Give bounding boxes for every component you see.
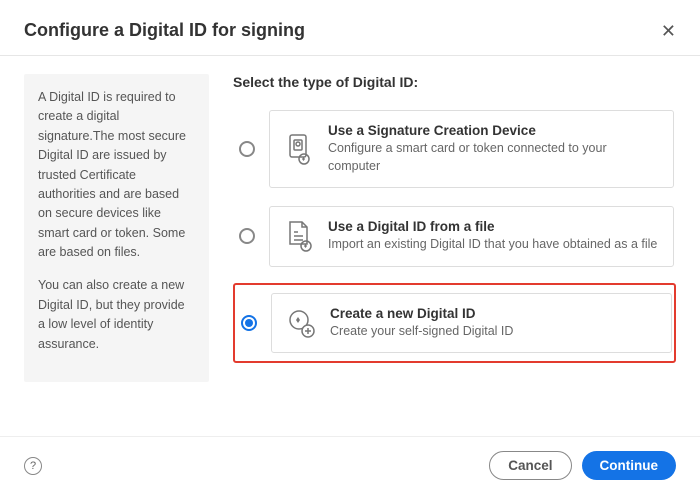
option-title: Use a Signature Creation Device: [328, 123, 659, 138]
option-text: Use a Signature Creation Device Configur…: [328, 123, 659, 175]
divider: [0, 55, 700, 56]
help-icon[interactable]: ?: [24, 457, 42, 475]
radio-from-file[interactable]: [239, 228, 255, 244]
option-card-signature-device[interactable]: Use a Signature Creation Device Configur…: [269, 110, 674, 188]
option-title: Create a new Digital ID: [330, 306, 657, 321]
radio-create-new[interactable]: [241, 315, 257, 331]
option-desc: Import an existing Digital ID that you h…: [328, 236, 659, 254]
main-title: Select the type of Digital ID:: [233, 74, 676, 90]
option-card-create-new[interactable]: Create a new Digital ID Create your self…: [271, 293, 672, 354]
option-create-new[interactable]: Create a new Digital ID Create your self…: [233, 283, 676, 364]
option-title: Use a Digital ID from a file: [328, 219, 659, 234]
info-text-1: A Digital ID is required to create a dig…: [38, 88, 195, 262]
cancel-button[interactable]: Cancel: [489, 451, 571, 480]
info-sidebar: A Digital ID is required to create a dig…: [24, 74, 209, 382]
info-text-2: You can also create a new Digital ID, bu…: [38, 276, 195, 354]
option-desc: Configure a smart card or token connecte…: [328, 140, 659, 175]
dialog-footer: ? Cancel Continue: [0, 436, 700, 500]
digital-id-dialog: Configure a Digital ID for signing ✕ A D…: [0, 0, 700, 500]
option-text: Create a new Digital ID Create your self…: [330, 306, 657, 341]
dialog-header: Configure a Digital ID for signing ✕: [0, 0, 700, 55]
file-id-icon: [284, 219, 314, 253]
main-panel: Select the type of Digital ID:: [209, 74, 676, 382]
continue-button[interactable]: Continue: [582, 451, 677, 480]
dialog-title: Configure a Digital ID for signing: [24, 20, 305, 41]
option-card-from-file[interactable]: Use a Digital ID from a file Import an e…: [269, 206, 674, 267]
option-from-file[interactable]: Use a Digital ID from a file Import an e…: [233, 204, 676, 269]
radio-signature-device[interactable]: [239, 141, 255, 157]
option-desc: Create your self-signed Digital ID: [330, 323, 657, 341]
dialog-body: A Digital ID is required to create a dig…: [0, 74, 700, 382]
close-icon[interactable]: ✕: [661, 22, 676, 40]
option-text: Use a Digital ID from a file Import an e…: [328, 219, 659, 254]
option-signature-device[interactable]: Use a Signature Creation Device Configur…: [233, 108, 676, 190]
smartcard-icon: [284, 132, 314, 166]
new-id-icon: [286, 306, 316, 340]
footer-buttons: Cancel Continue: [489, 451, 676, 480]
